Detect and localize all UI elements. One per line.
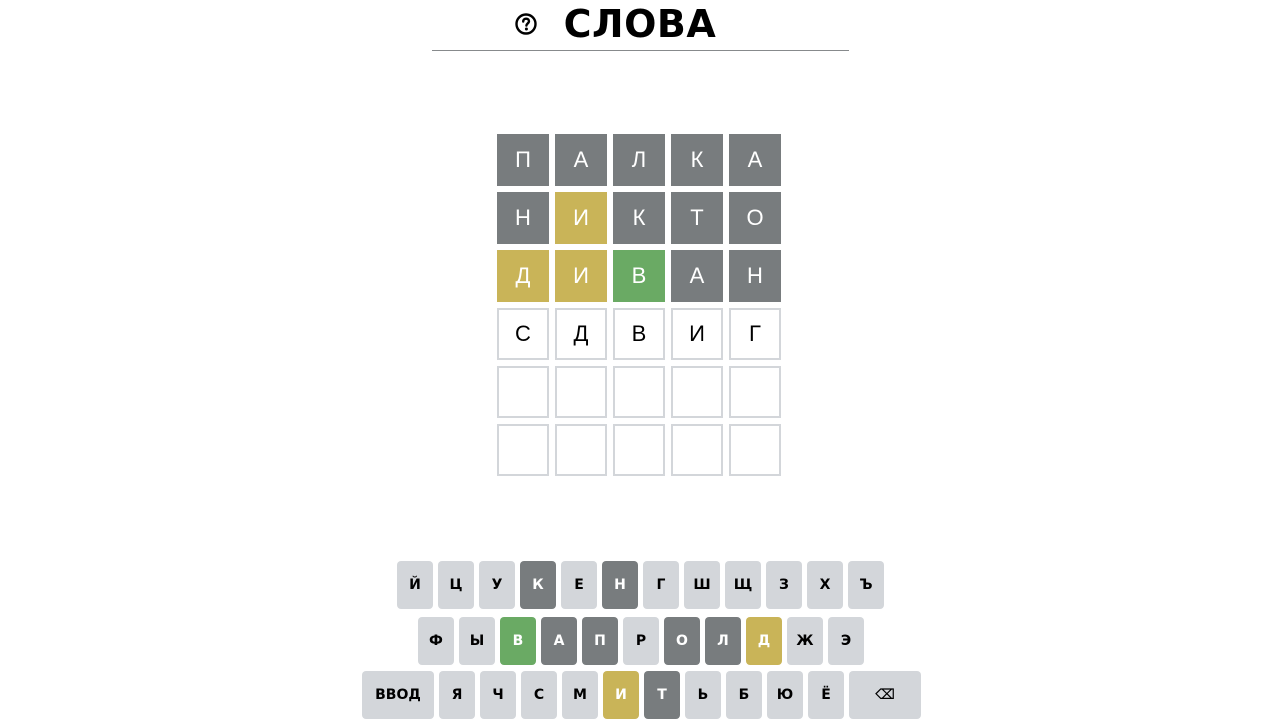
board-tile: В — [613, 250, 665, 302]
board-tile: А — [729, 134, 781, 186]
key-Г[interactable]: Г — [643, 561, 679, 609]
backspace-key[interactable]: ⌫ — [849, 671, 921, 719]
key-Х[interactable]: Х — [807, 561, 843, 609]
key-Б[interactable]: Б — [726, 671, 762, 719]
key-М[interactable]: М — [562, 671, 598, 719]
key-Е[interactable]: Е — [561, 561, 597, 609]
key-Щ[interactable]: Щ — [725, 561, 761, 609]
board-tile: А — [555, 134, 607, 186]
key-У[interactable]: У — [479, 561, 515, 609]
board-tile — [613, 424, 665, 476]
board-tile: Д — [555, 308, 607, 360]
board-tile: Л — [613, 134, 665, 186]
game-board: ПАЛКАНИКТОДИВАНСДВИГ — [497, 134, 781, 476]
key-Ч[interactable]: Ч — [480, 671, 516, 719]
board-tile — [671, 366, 723, 418]
key-И[interactable]: И — [603, 671, 639, 719]
keyboard-row-2: ФЫВАПРОЛДЖЭ — [418, 617, 864, 665]
key-Ш[interactable]: Ш — [684, 561, 720, 609]
key-Д[interactable]: Д — [746, 617, 782, 665]
board-tile — [671, 424, 723, 476]
question-circle-icon — [515, 13, 537, 35]
board-tile: О — [729, 192, 781, 244]
board-tile — [613, 366, 665, 418]
board-tile: Н — [497, 192, 549, 244]
key-О[interactable]: О — [664, 617, 700, 665]
board-tile: Н — [729, 250, 781, 302]
board-tile: К — [671, 134, 723, 186]
board-tile: А — [671, 250, 723, 302]
key-Й[interactable]: Й — [397, 561, 433, 609]
key-Ю[interactable]: Ю — [767, 671, 803, 719]
key-Ё[interactable]: Ё — [808, 671, 844, 719]
key-С[interactable]: С — [521, 671, 557, 719]
key-Я[interactable]: Я — [439, 671, 475, 719]
key-К[interactable]: К — [520, 561, 556, 609]
board-tile — [497, 424, 549, 476]
board-tile — [497, 366, 549, 418]
help-button[interactable] — [514, 12, 538, 36]
key-Т[interactable]: Т — [644, 671, 680, 719]
key-Ф[interactable]: Ф — [418, 617, 454, 665]
key-А[interactable]: А — [541, 617, 577, 665]
board-tile: Д — [497, 250, 549, 302]
key-Л[interactable]: Л — [705, 617, 741, 665]
keyboard-row-3: ВВОД Я Ч С М И Т Ь Б Ю Ё ⌫ — [362, 671, 921, 719]
board-tile — [555, 424, 607, 476]
board-tile: К — [613, 192, 665, 244]
page-title: СЛОВА — [563, 2, 717, 46]
board-tile: Г — [729, 308, 781, 360]
key-Р[interactable]: Р — [623, 617, 659, 665]
board-tile: И — [671, 308, 723, 360]
key-В[interactable]: В — [500, 617, 536, 665]
key-Ы[interactable]: Ы — [459, 617, 495, 665]
board-tile — [555, 366, 607, 418]
board-tile: И — [555, 192, 607, 244]
board-tile: С — [497, 308, 549, 360]
key-Ц[interactable]: Ц — [438, 561, 474, 609]
board-tile: П — [497, 134, 549, 186]
key-Ж[interactable]: Ж — [787, 617, 823, 665]
board-tile: Т — [671, 192, 723, 244]
board-tile — [729, 366, 781, 418]
enter-key[interactable]: ВВОД — [362, 671, 434, 719]
key-Н[interactable]: Н — [602, 561, 638, 609]
key-П[interactable]: П — [582, 617, 618, 665]
board-tile: В — [613, 308, 665, 360]
board-tile: И — [555, 250, 607, 302]
key-Э[interactable]: Э — [828, 617, 864, 665]
board-tile — [729, 424, 781, 476]
key-Ь[interactable]: Ь — [685, 671, 721, 719]
key-З[interactable]: З — [766, 561, 802, 609]
key-Ъ[interactable]: Ъ — [848, 561, 884, 609]
keyboard-row-1: ЙЦУКЕНГШЩЗХЪ — [397, 561, 884, 609]
